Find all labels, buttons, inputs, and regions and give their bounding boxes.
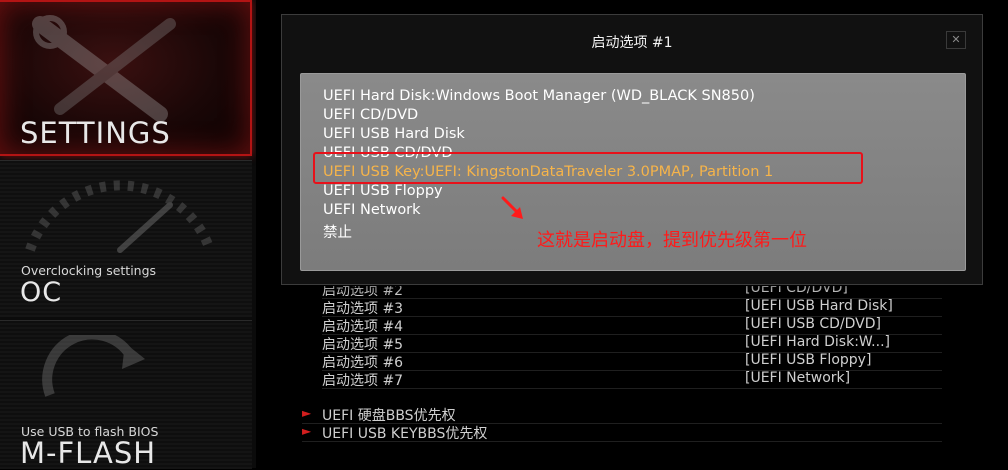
boot-device-option[interactable]: 禁止 [323,221,352,242]
boot-option-value: [UEFI Hard Disk:W...] [745,334,890,350]
boot-option-row[interactable]: 启动选项 #6 [UEFI USB Floppy] [322,352,942,371]
boot-option-label: 启动选项 #4 [322,319,404,335]
close-icon[interactable]: ✕ [946,31,966,49]
boot-option-label: 启动选项 #5 [322,337,404,353]
boot-device-option[interactable]: UEFI USB Hard Disk [323,126,465,142]
boot-device-list: UEFI Hard Disk:Windows Boot Manager (WD_… [300,73,966,271]
boot-option-row[interactable]: 启动选项 #7 [UEFI Network] [322,370,942,389]
boot-option-label: 启动选项 #6 [322,355,404,371]
chevron-right-icon: ► [302,424,312,438]
flash-refresh-icon [42,335,145,397]
boot-device-option[interactable]: UEFI CD/DVD [323,107,418,123]
submenu-hdd-bbs-priority[interactable]: ► UEFI 硬盘BBS优先权 [302,405,942,424]
sidebar-item-settings[interactable]: SETTINGS [0,0,252,156]
submenu-label: UEFI 硬盘BBS优先权 [322,408,456,424]
chevron-right-icon: ► [302,406,312,420]
boot-option-value: [UEFI Network] [745,370,851,386]
sidebar: SETTINGS Overclocking settings OC Use US… [0,0,256,470]
boot-option-row[interactable]: 启动选项 #5 [UEFI Hard Disk:W...] [322,334,942,353]
sidebar-item-oc[interactable]: Overclocking settings OC [0,160,252,317]
boot-option-row[interactable]: 启动选项 #4 [UEFI USB CD/DVD] [322,316,942,335]
wrench-screwdriver-icon [32,15,176,122]
annotation-arrow-icon [501,196,523,219]
annotation-text: 这就是启动盘，提到优先级第一位 [537,230,807,251]
speedometer-icon [25,180,215,253]
boot-device-option[interactable]: UEFI Network [323,202,421,218]
boot-device-option[interactable]: UEFI Hard Disk:Windows Boot Manager (WD_… [323,88,755,104]
boot-option-row[interactable]: 启动选项 #3 [UEFI USB Hard Disk] [322,298,942,317]
oc-label: OC [20,277,63,308]
submenu-label: UEFI USB KEYBBS优先权 [322,426,488,442]
boot-option-value: [UEFI USB Floppy] [745,352,872,368]
boot-option-value: [UEFI USB CD/DVD] [745,316,882,332]
boot-device-option[interactable]: UEFI USB Floppy [323,183,443,199]
mflash-label: M-FLASH [20,436,157,470]
sidebar-item-mflash[interactable]: Use USB to flash BIOS M-FLASH [0,320,252,470]
submenu-usb-key-bbs-priority[interactable]: ► UEFI USB KEYBBS优先权 [302,423,942,442]
boot-option-dialog: 启动选项 #1 ✕ UEFI Hard Disk:Windows Boot Ma… [281,14,983,285]
settings-label: SETTINGS [20,116,171,150]
boot-option-value: [UEFI USB Hard Disk] [745,298,893,314]
boot-option-label: 启动选项 #7 [322,373,404,389]
dialog-title: 启动选项 #1 [591,35,673,51]
boot-option-label: 启动选项 #3 [322,301,404,317]
oc-caption: Overclocking settings [21,263,157,278]
annotation-highlight-box [313,152,863,184]
